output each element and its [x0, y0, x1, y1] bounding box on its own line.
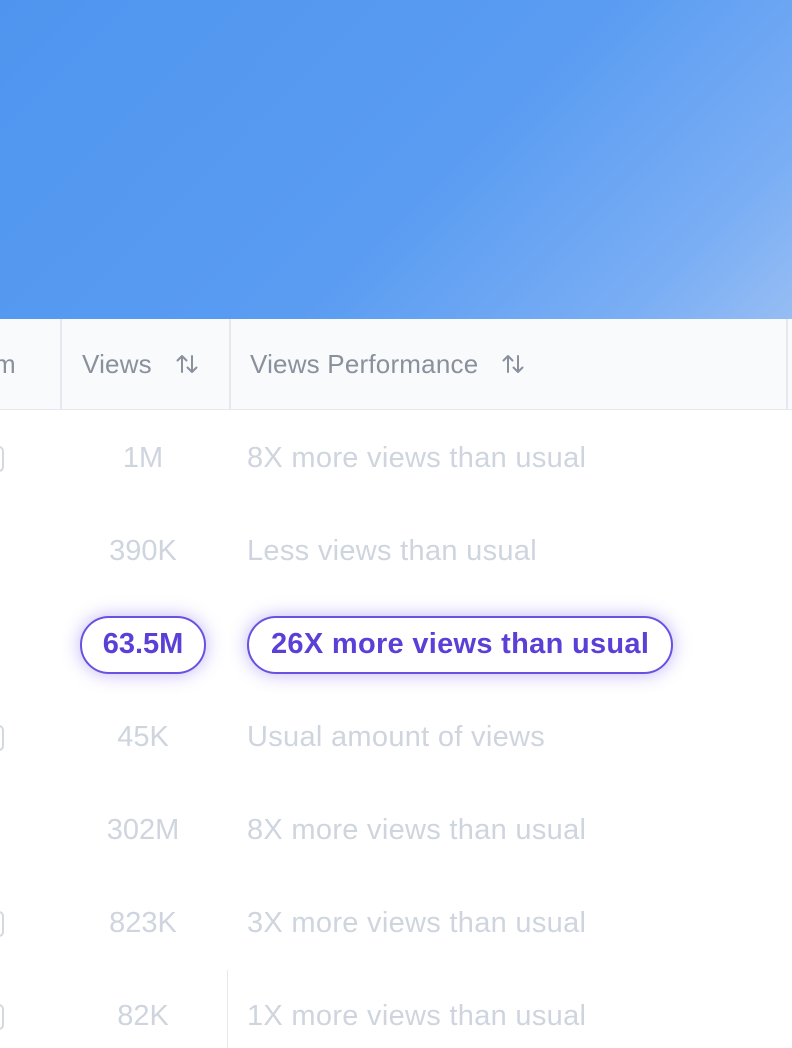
- partial-cell-badge: [0, 1004, 4, 1030]
- page: m Views Views Performance 1M 8X more vie…: [0, 0, 792, 1048]
- views-cell: 390K: [109, 535, 177, 567]
- views-column-header[interactable]: Views: [60, 319, 229, 409]
- performance-cell: Usual amount of views: [247, 721, 546, 753]
- views-performance-column-label: Views Performance: [250, 348, 479, 379]
- performance-cell: 8X more views than usual: [247, 442, 587, 474]
- table-header: m Views Views Performance: [0, 319, 792, 410]
- views-performance-column-header[interactable]: Views Performance: [229, 319, 789, 409]
- table-row[interactable]: 823K 3X more views than usual: [0, 877, 792, 970]
- table-row[interactable]: 390K Less views than usual: [0, 505, 792, 598]
- views-cell: 63.5M: [60, 598, 226, 691]
- next-column-header-edge: [786, 319, 792, 409]
- partial-cell-badge: [0, 446, 4, 472]
- table-row-highlighted[interactable]: 63.5M 26X more views than usual: [0, 598, 792, 691]
- table-row[interactable]: 82K 1X more views than usual: [0, 970, 792, 1048]
- performance-cell: 26X more views than usual: [247, 598, 674, 691]
- views-highlight-pill: 63.5M: [80, 615, 206, 674]
- views-cell: 45K: [117, 721, 169, 753]
- sort-arrows-icon[interactable]: [500, 351, 526, 377]
- views-cell: 82K: [117, 1000, 169, 1032]
- performance-cell: 1X more views than usual: [247, 1000, 587, 1032]
- hero-banner: [0, 0, 792, 319]
- sort-arrows-icon[interactable]: [174, 351, 200, 377]
- performance-cell: 8X more views than usual: [247, 814, 587, 846]
- column-divider: [227, 970, 228, 1048]
- views-cell: 1M: [122, 442, 164, 474]
- partial-cell-badge: [0, 725, 4, 751]
- table-row[interactable]: 1M 8X more views than usual: [0, 412, 792, 505]
- performance-highlight-pill: 26X more views than usual: [247, 615, 674, 674]
- table-row[interactable]: 302M 8X more views than usual: [0, 784, 792, 877]
- partial-cell-badge: [0, 911, 4, 937]
- views-cell: 302M: [106, 814, 180, 846]
- partial-column-header[interactable]: m: [0, 319, 60, 409]
- performance-cell: Less views than usual: [247, 535, 538, 567]
- table-row[interactable]: 45K Usual amount of views: [0, 691, 792, 784]
- partial-column-label: m: [0, 348, 16, 379]
- performance-cell: 3X more views than usual: [247, 907, 587, 939]
- views-cell: 823K: [109, 907, 177, 939]
- views-column-label: Views: [82, 348, 152, 379]
